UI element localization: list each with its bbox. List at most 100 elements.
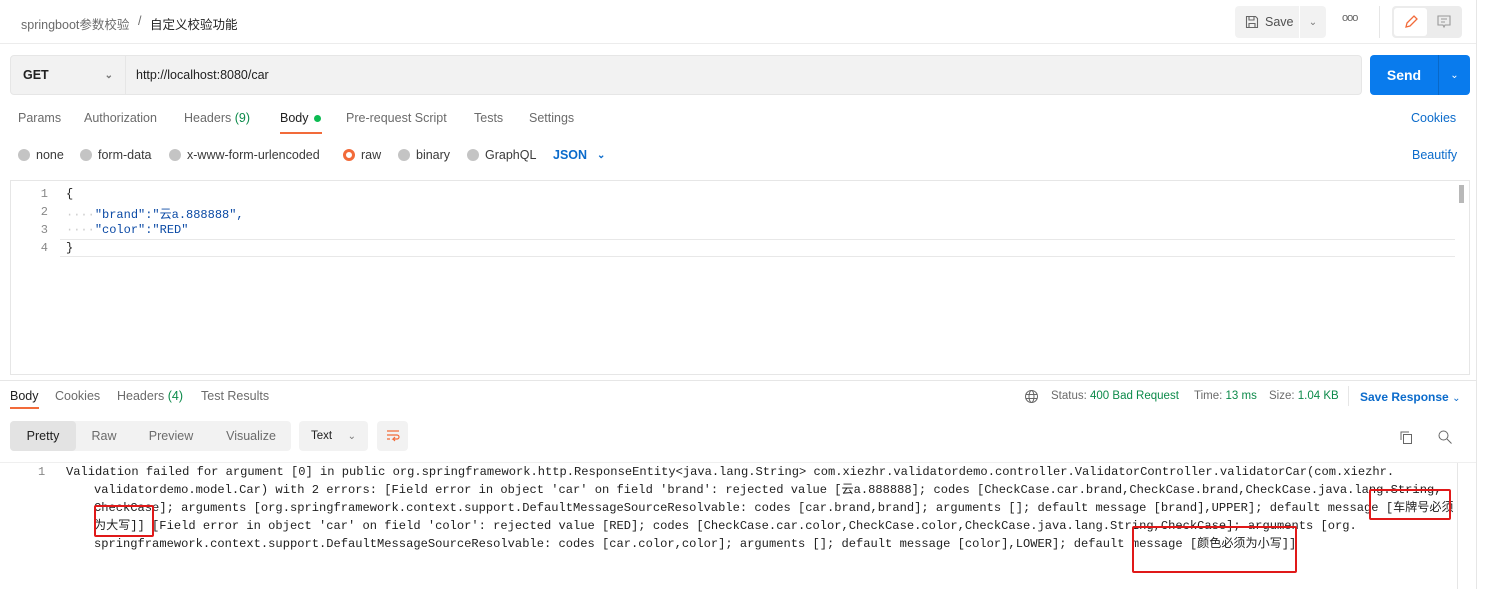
line-number: 1 <box>40 187 48 201</box>
code-text: "brand":"云a.888888", <box>94 208 244 222</box>
search-icon[interactable] <box>1437 429 1453 445</box>
code-line: ····"color":"RED" <box>66 223 189 237</box>
tab-headers-label: Headers <box>184 111 232 125</box>
editor-scrollbar[interactable] <box>1459 185 1464 203</box>
response-line: CheckCase]; arguments [org.springframewo… <box>94 501 1454 515</box>
view-preview[interactable]: Preview <box>136 421 206 451</box>
beautify-link[interactable]: Beautify <box>1412 148 1457 162</box>
save-dropdown-chevron-icon[interactable]: ⌄ <box>1300 6 1326 38</box>
tab-label: Headers <box>117 389 165 403</box>
tab-pre-request-script[interactable]: Pre-request Script <box>346 111 447 125</box>
method-select[interactable]: GET ⌄ <box>10 55 126 95</box>
save-button[interactable]: Save <box>1235 6 1299 38</box>
tab-body[interactable]: Body <box>280 111 321 125</box>
radio-label: binary <box>416 148 451 162</box>
send-button[interactable]: Send <box>1370 55 1438 95</box>
radio-label: form-data <box>98 148 152 162</box>
view-visualize[interactable]: Visualize <box>212 421 290 451</box>
divider <box>1379 6 1380 38</box>
current-line-highlight <box>60 239 1455 257</box>
response-scrollbar[interactable] <box>1457 463 1458 589</box>
view-pretty[interactable]: Pretty <box>10 421 76 451</box>
line-number: 3 <box>40 223 48 237</box>
highlight-box <box>1132 526 1297 573</box>
size-value: 1.04 KB <box>1297 390 1339 402</box>
status-value: 400 Bad Request <box>1090 390 1179 402</box>
size-readout[interactable]: Size: 1.04 KB <box>1269 390 1339 402</box>
response-tab-headers[interactable]: Headers (4) <box>117 389 183 403</box>
divider <box>0 380 1476 381</box>
status-label: Status: <box>1051 390 1087 402</box>
comment-icon[interactable] <box>1428 8 1460 36</box>
send-dropdown-chevron-icon[interactable]: ⌄ <box>1438 55 1470 95</box>
code-line: } <box>66 241 74 255</box>
radio-label: none <box>36 148 64 162</box>
response-tab-test-results[interactable]: Test Results <box>201 389 269 403</box>
tab-count: (4) <box>167 389 184 403</box>
line-number: 2 <box>40 205 48 219</box>
chevron-down-icon: ⌄ <box>597 149 606 161</box>
tab-authorization[interactable]: Authorization <box>84 111 157 125</box>
tab-headers[interactable]: Headers (9) <box>184 111 250 125</box>
highlight-box <box>94 505 154 537</box>
url-value: http://localhost:8080/car <box>136 68 269 82</box>
edit-pencil-icon[interactable] <box>1394 8 1427 36</box>
time-value: 13 ms <box>1225 390 1257 402</box>
tab-tests[interactable]: Tests <box>474 111 503 125</box>
chevron-down-icon: ⌄ <box>347 430 356 442</box>
format-value: Text <box>311 430 333 442</box>
radio-selected-icon <box>343 149 355 161</box>
radio-icon <box>18 149 30 161</box>
breadcrumb-separator: / <box>138 14 142 28</box>
radio-none[interactable]: none <box>18 148 64 162</box>
tab-params[interactable]: Params <box>18 111 61 125</box>
breadcrumb-request[interactable]: 自定义校验功能 <box>150 14 238 33</box>
response-line: validatordemo.model.Car) with 2 errors: … <box>94 483 1442 497</box>
tab-headers-count: (9) <box>234 111 251 125</box>
response-line: Validation failed for argument [0] in pu… <box>66 465 1395 479</box>
radio-label: GraphQL <box>485 148 537 162</box>
breadcrumb-collection[interactable]: springboot参数校验 <box>21 14 129 33</box>
radio-label: raw <box>361 148 382 162</box>
more-options-icon[interactable]: ooo <box>1342 12 1358 24</box>
radio-icon <box>169 149 181 161</box>
radio-x-www-form-urlencoded[interactable]: x-www-form-urlencoded <box>169 148 320 162</box>
highlight-box <box>1369 489 1451 520</box>
radio-icon <box>80 149 92 161</box>
time-readout[interactable]: Time: 13 ms <box>1194 390 1257 402</box>
chevron-down-icon: ⌄ <box>1452 393 1461 404</box>
code-line: ····"brand":"云a.888888", <box>66 208 244 222</box>
line-number: 4 <box>40 241 48 255</box>
radio-label: x-www-form-urlencoded <box>187 148 320 162</box>
url-input[interactable]: http://localhost:8080/car <box>126 55 1362 95</box>
wrap-lines-icon[interactable] <box>377 421 408 451</box>
radio-binary[interactable]: binary <box>398 148 450 162</box>
copy-icon[interactable] <box>1398 429 1414 445</box>
radio-icon <box>398 149 410 161</box>
response-tab-cookies[interactable]: Cookies <box>55 389 100 403</box>
tab-body-label: Body <box>280 111 309 125</box>
radio-graphql[interactable]: GraphQL <box>467 148 536 162</box>
active-tab-underline <box>280 132 322 134</box>
radio-raw[interactable]: raw <box>343 148 381 162</box>
save-icon <box>1245 15 1259 29</box>
status-readout[interactable]: Status: 400 Bad Request <box>1051 390 1179 402</box>
size-label: Size: <box>1269 390 1295 402</box>
method-value: GET <box>23 68 49 82</box>
divider <box>1348 386 1349 406</box>
body-format-value: JSON <box>553 148 588 162</box>
code-text: "color":"RED" <box>94 223 189 237</box>
line-number: 1 <box>38 465 46 479</box>
radio-icon <box>467 149 479 161</box>
globe-icon[interactable] <box>1024 389 1039 404</box>
body-format-select[interactable]: JSON ⌄ <box>553 148 605 162</box>
response-format-select[interactable]: Text ⌄ <box>299 421 368 451</box>
cookies-link[interactable]: Cookies <box>1411 111 1456 125</box>
radio-form-data[interactable]: form-data <box>80 148 152 162</box>
view-raw[interactable]: Raw <box>78 421 130 451</box>
response-tab-body[interactable]: Body <box>10 389 39 403</box>
save-response-button[interactable]: Save Response ⌄ <box>1360 390 1460 404</box>
code-line: { <box>66 187 74 201</box>
tab-settings[interactable]: Settings <box>529 111 574 125</box>
time-label: Time: <box>1194 390 1223 402</box>
